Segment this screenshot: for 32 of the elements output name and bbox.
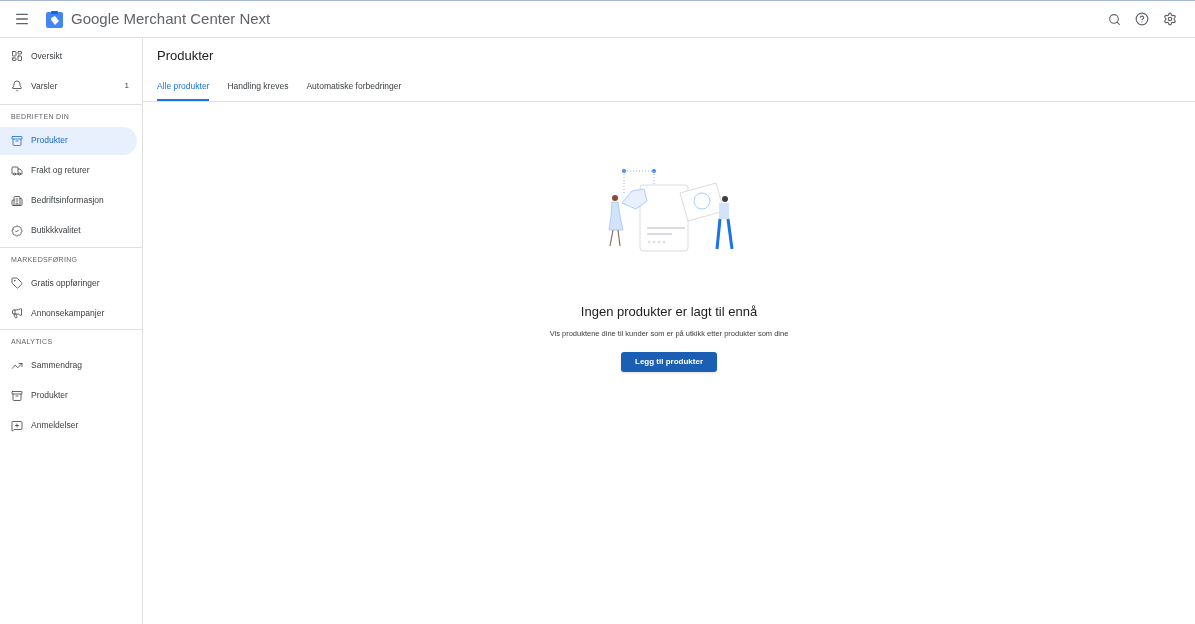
add-products-button[interactable]: Legg til produkter: [621, 352, 717, 372]
sidebar-item[interactable]: Oversikt: [0, 42, 137, 70]
truck-icon: [11, 164, 23, 177]
shopping-bag-logo-icon: [46, 10, 63, 28]
tab[interactable]: Alle produkter: [157, 79, 210, 102]
notification-count: 1: [124, 80, 129, 92]
building-icon: [11, 194, 23, 207]
sidebar-item[interactable]: Sammendrag: [0, 351, 137, 380]
help-icon[interactable]: [1133, 10, 1151, 28]
sidebar-item[interactable]: Produkter: [0, 381, 137, 410]
app-title: Google Merchant Center Next: [71, 8, 271, 29]
megaphone-icon: [11, 307, 23, 319]
sidebar-item[interactable]: Annonsekampanjer: [0, 299, 137, 327]
empty-state-title: Ingen produkter er lagt til ennå: [580, 303, 758, 322]
message-star-icon: [11, 419, 23, 432]
sidebar-item[interactable]: Produkter: [0, 126, 137, 155]
archive-box-icon: [11, 389, 23, 402]
badge-icon: [11, 224, 23, 237]
dashboard-icon: [11, 50, 23, 62]
sidebar-item[interactable]: Varsler 1: [0, 72, 137, 100]
tab[interactable]: Handling kreves: [227, 79, 289, 102]
sidebar-item[interactable]: Bedriftsinformasjon: [0, 186, 137, 215]
sidebar-item[interactable]: Anmeldelser: [0, 411, 137, 440]
sidebar-item[interactable]: Butikkkvalitet: [0, 216, 137, 245]
archive-box-icon: [11, 134, 23, 147]
settings-icon[interactable]: [1161, 10, 1179, 28]
tag-icon: [11, 277, 23, 289]
sidebar-item[interactable]: Frakt og returer: [0, 156, 137, 185]
tab[interactable]: Automatiske forbedringer: [306, 79, 402, 102]
page-title: Produkter: [157, 47, 215, 65]
sidebar-item[interactable]: Gratis oppføringer: [0, 269, 137, 297]
bell-icon: [11, 80, 23, 92]
